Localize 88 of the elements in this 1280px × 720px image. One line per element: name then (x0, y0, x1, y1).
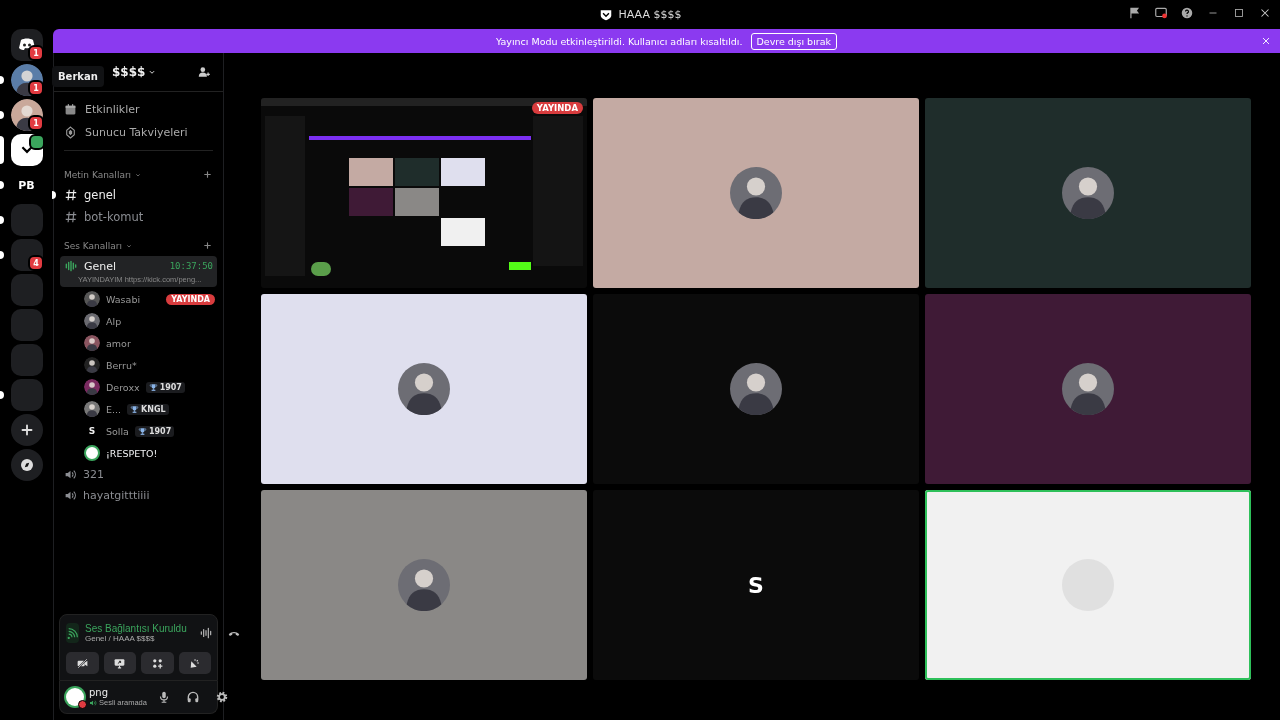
user-avatar (730, 363, 782, 415)
trophy-icon (148, 382, 158, 392)
speaker-icon (64, 468, 77, 481)
plus-icon[interactable] (202, 169, 213, 180)
member-name[interactable]: Alp (106, 315, 122, 327)
video-tile[interactable] (593, 98, 919, 288)
tooltip: Berkan (52, 66, 104, 87)
member-name[interactable]: Berru* (106, 359, 137, 371)
settings-icon[interactable] (214, 690, 229, 704)
soundboard-button[interactable] (178, 652, 211, 674)
status-dot (78, 700, 87, 709)
channel-name[interactable]: hayatgitttiiii (83, 489, 150, 502)
help-icon[interactable] (1180, 6, 1194, 20)
noise-suppression-icon[interactable] (198, 626, 213, 640)
boost-gem-icon (64, 126, 77, 139)
server-name[interactable]: $$$$ (112, 65, 146, 79)
video-tile[interactable] (593, 294, 919, 484)
user-avatar (398, 559, 450, 611)
member-name[interactable]: Wasabi (106, 293, 141, 305)
trophy-icon (137, 426, 147, 436)
hash-icon (64, 210, 78, 224)
channel-name[interactable]: genel (84, 188, 116, 202)
activities-button[interactable] (141, 652, 174, 674)
user-avatar (1062, 167, 1114, 219)
notification-badge: 1 (28, 45, 44, 61)
live-badge: YAYINDA (531, 102, 583, 114)
disable-button[interactable]: Devre dışı bırak (750, 32, 838, 50)
member-name[interactable]: E... (106, 403, 122, 415)
member-name[interactable]: Solla (106, 425, 129, 437)
connection-channel: Genel / HAAA $$$$ (85, 634, 156, 643)
close-icon[interactable] (1260, 35, 1272, 47)
user-avatar[interactable] (66, 688, 84, 706)
category-header[interactable]: Metin Kanalları (64, 169, 132, 180)
soundboard-icon (188, 656, 202, 670)
user-avatar (398, 363, 450, 415)
connection-status[interactable]: Ses Bağlantısı Kuruldu (85, 623, 187, 634)
notification-badge: 4 (28, 255, 44, 271)
camera-button[interactable] (66, 652, 99, 674)
video-tile[interactable]: S (593, 490, 919, 680)
maximize-icon[interactable] (1232, 6, 1246, 20)
live-badge: YAYINDA (166, 293, 215, 305)
username: png (89, 687, 110, 698)
guild-tag: KNGL (127, 403, 169, 415)
activities-icon (150, 656, 164, 670)
speaker-icon (89, 698, 97, 707)
headphones-icon[interactable] (185, 690, 200, 704)
server-logo-icon (598, 7, 613, 22)
call-timer: 10:37:50 (169, 261, 213, 271)
camera-off-icon (75, 656, 89, 670)
video-tile[interactable]: YAYINDA (261, 98, 587, 288)
screen-record-icon[interactable] (1154, 6, 1168, 20)
hash-icon (64, 188, 78, 202)
member-initial: S (87, 425, 97, 438)
add-server-button[interactable] (10, 414, 43, 446)
member-name[interactable]: amor (106, 337, 131, 349)
channel-name[interactable]: 321 (83, 468, 104, 481)
guild-tag: 1907 (134, 425, 175, 437)
channel-name[interactable]: bot-komut (84, 210, 144, 224)
sound-bars-icon (64, 259, 78, 273)
window-title: HAAA $$$$ (618, 8, 682, 21)
inbox-flag-icon[interactable] (1128, 6, 1142, 20)
channel-name: Genel (84, 259, 117, 273)
signal-icon (66, 626, 79, 640)
trophy-icon (130, 404, 140, 414)
discover-button[interactable] (10, 449, 43, 481)
user-avatar (1062, 363, 1114, 415)
nav-link[interactable]: Sunucu Takviyeleri (85, 126, 188, 139)
video-tile[interactable] (925, 98, 1251, 288)
user-avatar (730, 167, 782, 219)
notification-badge: 1 (28, 80, 44, 96)
category-header[interactable]: Ses Kanalları (64, 240, 122, 251)
calendar-icon (64, 103, 77, 116)
speaker-icon (64, 489, 77, 502)
invite-icon[interactable] (197, 65, 211, 79)
guild-tag: 1907 (145, 381, 185, 393)
nav-link[interactable]: Etkinlikler (85, 103, 140, 116)
user-initial: S (748, 572, 764, 598)
video-tile[interactable] (925, 294, 1251, 484)
member-name[interactable]: ¡RESPETO! (106, 447, 158, 459)
video-tile[interactable] (261, 490, 587, 680)
video-tile[interactable] (261, 294, 587, 484)
plus-icon[interactable] (202, 240, 213, 251)
notification-badge: 1 (28, 115, 44, 131)
video-tile[interactable] (925, 490, 1251, 680)
screen-share-icon (113, 656, 127, 670)
member-name[interactable]: Deroxx (106, 381, 140, 393)
screen-share-button[interactable] (103, 652, 136, 674)
banner-message: Yayıncı Modu etkinleştirildi. Kullanıcı adları kısaltıldı. (495, 35, 743, 47)
